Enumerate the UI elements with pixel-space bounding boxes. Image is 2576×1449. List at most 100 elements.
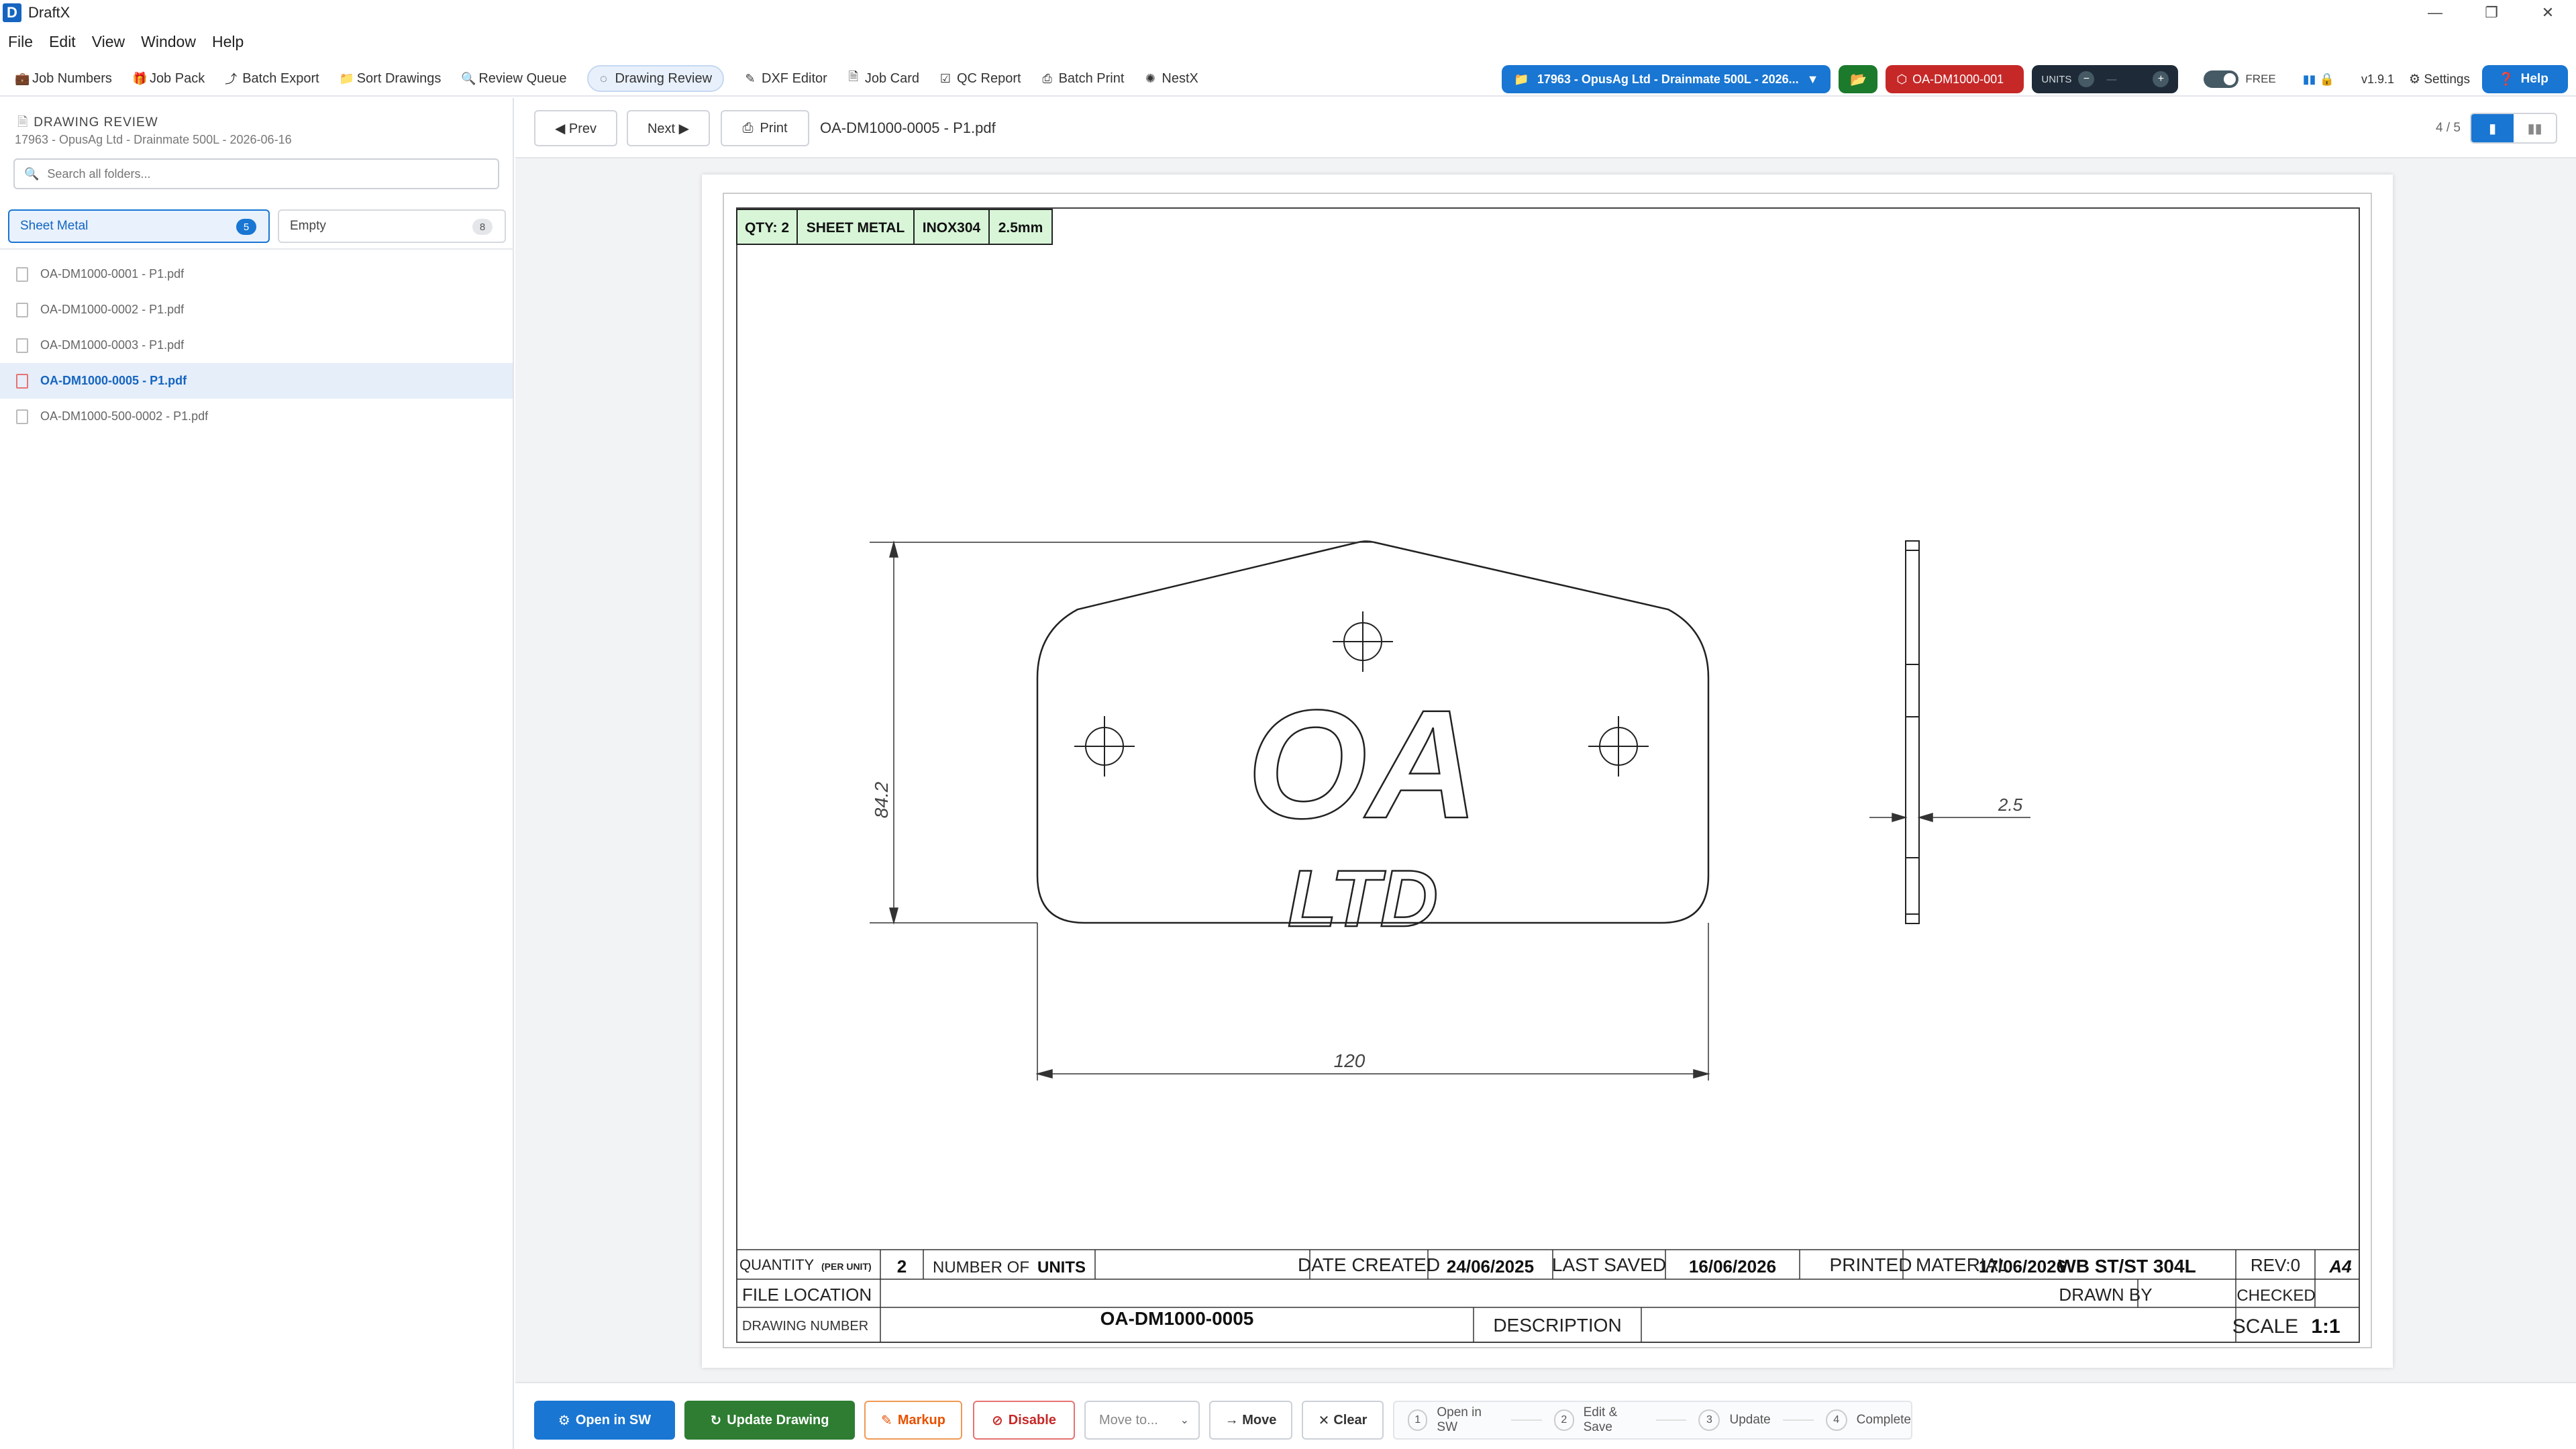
- menu-file[interactable]: File: [8, 33, 33, 51]
- update-drawing-button[interactable]: ↻ Update Drawing: [684, 1401, 855, 1440]
- tab-sheet-metal[interactable]: Sheet Metal 5: [8, 209, 270, 243]
- single-page-icon[interactable]: ▮: [2471, 114, 2514, 142]
- disable-button[interactable]: ⊘ Disable: [973, 1401, 1075, 1440]
- material-value: WB ST/ST 304L: [2058, 1256, 2196, 1277]
- chevron-down-icon: ⌄: [1180, 1415, 1189, 1426]
- toolbar-batch-print[interactable]: ⎙ Batch Print: [1041, 65, 1125, 92]
- menu-edit[interactable]: Edit: [49, 33, 76, 51]
- folder-icon: 📁: [339, 71, 355, 85]
- menu-help[interactable]: Help: [212, 33, 244, 51]
- menu-window[interactable]: Window: [141, 33, 196, 51]
- action-bar: ⚙ Open in SW ↻ Update Drawing ✎ Markup ⊘ Dis…: [515, 1382, 2576, 1449]
- export-icon: ⤴: [225, 72, 238, 86]
- toolbar-label: Batch Print: [1058, 70, 1125, 86]
- sidebar-heading-label: DRAWING REVIEW: [34, 115, 158, 130]
- units-label-a: NUMBER OF: [933, 1258, 1029, 1277]
- toolbar-review-queue[interactable]: 🔍 Review Queue: [461, 65, 566, 92]
- search-box[interactable]: 🔍: [13, 158, 499, 189]
- briefcase-icon: 💼: [15, 71, 30, 85]
- folder-open-icon: 📂: [1849, 72, 1867, 87]
- side-view: [1905, 540, 1920, 924]
- toolbar-batch-export[interactable]: ⤴ Batch Export: [225, 65, 319, 92]
- step-number: 2: [1554, 1409, 1574, 1431]
- units-value: —: [2106, 73, 2117, 85]
- units-stepper[interactable]: UNITS − — +: [2032, 65, 2179, 93]
- count-badge: 8: [472, 219, 493, 235]
- part-label: OA-DM1000-001: [1912, 72, 2004, 86]
- open-folder-button[interactable]: 📂: [1839, 65, 1878, 93]
- help-button[interactable]: ❓ Help: [2482, 65, 2568, 93]
- tab-label: Sheet Metal: [20, 219, 89, 233]
- settings-button[interactable]: ⚙ Settings: [2409, 72, 2470, 87]
- prev-button[interactable]: ◀ Prev: [534, 110, 617, 146]
- quantity-label: QUANTITY: [739, 1256, 815, 1273]
- toolbar-qc-report[interactable]: ☑ QC Report: [939, 65, 1021, 92]
- logo-subtext-cutout: LTD: [1288, 854, 1438, 944]
- sidebar: 🗎 DRAWING REVIEW 17963 - OpusAg Ltd - Dra…: [0, 98, 514, 1449]
- toolbar-job-numbers[interactable]: 💼 Job Numbers: [15, 65, 112, 92]
- list-item[interactable]: OA-DM1000-500-0002 - P1.pdf: [0, 399, 513, 434]
- toolbar-sort-drawings[interactable]: 📁 Sort Drawings: [340, 65, 442, 92]
- sidebar-subtitle: 17963 - OpusAg Ltd - Drainmate 500L - 20…: [15, 133, 292, 146]
- job-selector-label: 17963 - OpusAg Ltd - Drainmate 500L - 20…: [1537, 72, 1799, 86]
- list-item[interactable]: OA-DM1000-0001 - P1.pdf: [0, 256, 513, 292]
- drawing-canvas: QTY: 2 SHEET METAL INOX304 2.5mm OA LTD …: [723, 193, 2372, 1348]
- toolbar-job-pack[interactable]: 🎁 Job Pack: [132, 65, 205, 92]
- search-icon: 🔍: [24, 166, 40, 181]
- toolbar-nestx[interactable]: ✺ NestX: [1144, 65, 1198, 92]
- toolbar-label: NestX: [1162, 70, 1198, 86]
- count-badge: 5: [236, 219, 256, 235]
- viewer-nav: ◀ Prev Next ▶ ⎙ Print OA-DM1000-0005 - P1…: [515, 98, 2576, 158]
- printer-icon: ⎙: [1042, 71, 1052, 85]
- restore-icon[interactable]: ❐: [2463, 0, 2520, 26]
- magnifier-icon: 🔍: [461, 71, 476, 85]
- toolbar-job-card[interactable]: 🗎 Job Card: [847, 65, 919, 92]
- move-to-select[interactable]: Move to... ⌄: [1084, 1401, 1200, 1440]
- open-in-sw-button[interactable]: ⚙ Open in SW: [534, 1401, 675, 1440]
- free-toggle[interactable]: [2204, 70, 2239, 88]
- title-block-text: QUANTITY (PER UNIT) 2 NUMBER OF UNITS DA…: [739, 1254, 2352, 1338]
- toolbar-dxf-editor[interactable]: ✎ DXF Editor: [744, 65, 827, 92]
- markup-button[interactable]: ✎ Markup: [864, 1401, 962, 1440]
- list-item[interactable]: OA-DM1000-0003 - P1.pdf: [0, 328, 513, 363]
- file-name: OA-DM1000-500-0002 - P1.pdf: [40, 409, 209, 423]
- document-icon: 🗎: [17, 115, 29, 130]
- help-label: Help: [2520, 72, 2548, 86]
- menu-view[interactable]: View: [92, 33, 125, 51]
- search-input[interactable]: [47, 166, 491, 181]
- step-number: 4: [1825, 1409, 1847, 1431]
- last-saved-value: 16/06/2026: [1689, 1256, 1776, 1277]
- print-button[interactable]: ⎙ Print: [721, 110, 809, 146]
- tag-material: INOX304: [923, 220, 981, 236]
- revision-label: REV:0: [2251, 1255, 2300, 1275]
- units-decrement-button[interactable]: −: [2078, 71, 2095, 87]
- minimize-icon[interactable]: —: [2407, 0, 2463, 26]
- version-label: v1.9.1: [2361, 72, 2395, 86]
- step-separator: [1511, 1419, 1543, 1421]
- job-selector[interactable]: 📁 17963 - OpusAg Ltd - Drainmate 500L - …: [1502, 65, 1831, 93]
- workflow-step: 3 Update: [1698, 1409, 1771, 1431]
- file-name: OA-DM1000-0002 - P1.pdf: [40, 303, 185, 316]
- close-icon[interactable]: ✕: [2520, 0, 2576, 26]
- grid-view-icon[interactable]: ▮▮: [2514, 114, 2556, 142]
- stats-icon[interactable]: ▮▮ 🔒: [2303, 72, 2334, 87]
- list-item[interactable]: OA-DM1000-0002 - P1.pdf: [0, 292, 513, 328]
- move-button[interactable]: → Move: [1209, 1401, 1292, 1440]
- view-mode-toggle[interactable]: ▮ ▮▮: [2470, 113, 2557, 144]
- units-increment-button[interactable]: +: [2153, 71, 2169, 87]
- list-item[interactable]: OA-DM1000-0005 - P1.pdf: [0, 363, 513, 399]
- pdf-file-icon: [16, 266, 28, 282]
- toolbar-drawing-review[interactable]: ◌ Drawing Review: [586, 65, 725, 92]
- update-drawing-label: Update Drawing: [727, 1412, 829, 1428]
- free-label: FREE: [2245, 72, 2276, 85]
- tab-empty[interactable]: Empty 8: [278, 209, 506, 243]
- pencil-icon: ✎: [745, 71, 756, 85]
- width-dimension-value: 120: [1334, 1050, 1366, 1071]
- folder-tabs: Sheet Metal 5 Empty 8: [8, 209, 506, 243]
- part-button[interactable]: ⬡ OA-DM1000-001: [1886, 65, 2024, 93]
- clear-button[interactable]: ✕ Clear: [1302, 1401, 1384, 1440]
- app-logo-icon: D: [3, 3, 21, 22]
- file-name: OA-DM1000-0005 - P1.pdf: [40, 374, 187, 387]
- print-label: Print: [760, 120, 788, 136]
- next-button[interactable]: Next ▶: [627, 110, 710, 146]
